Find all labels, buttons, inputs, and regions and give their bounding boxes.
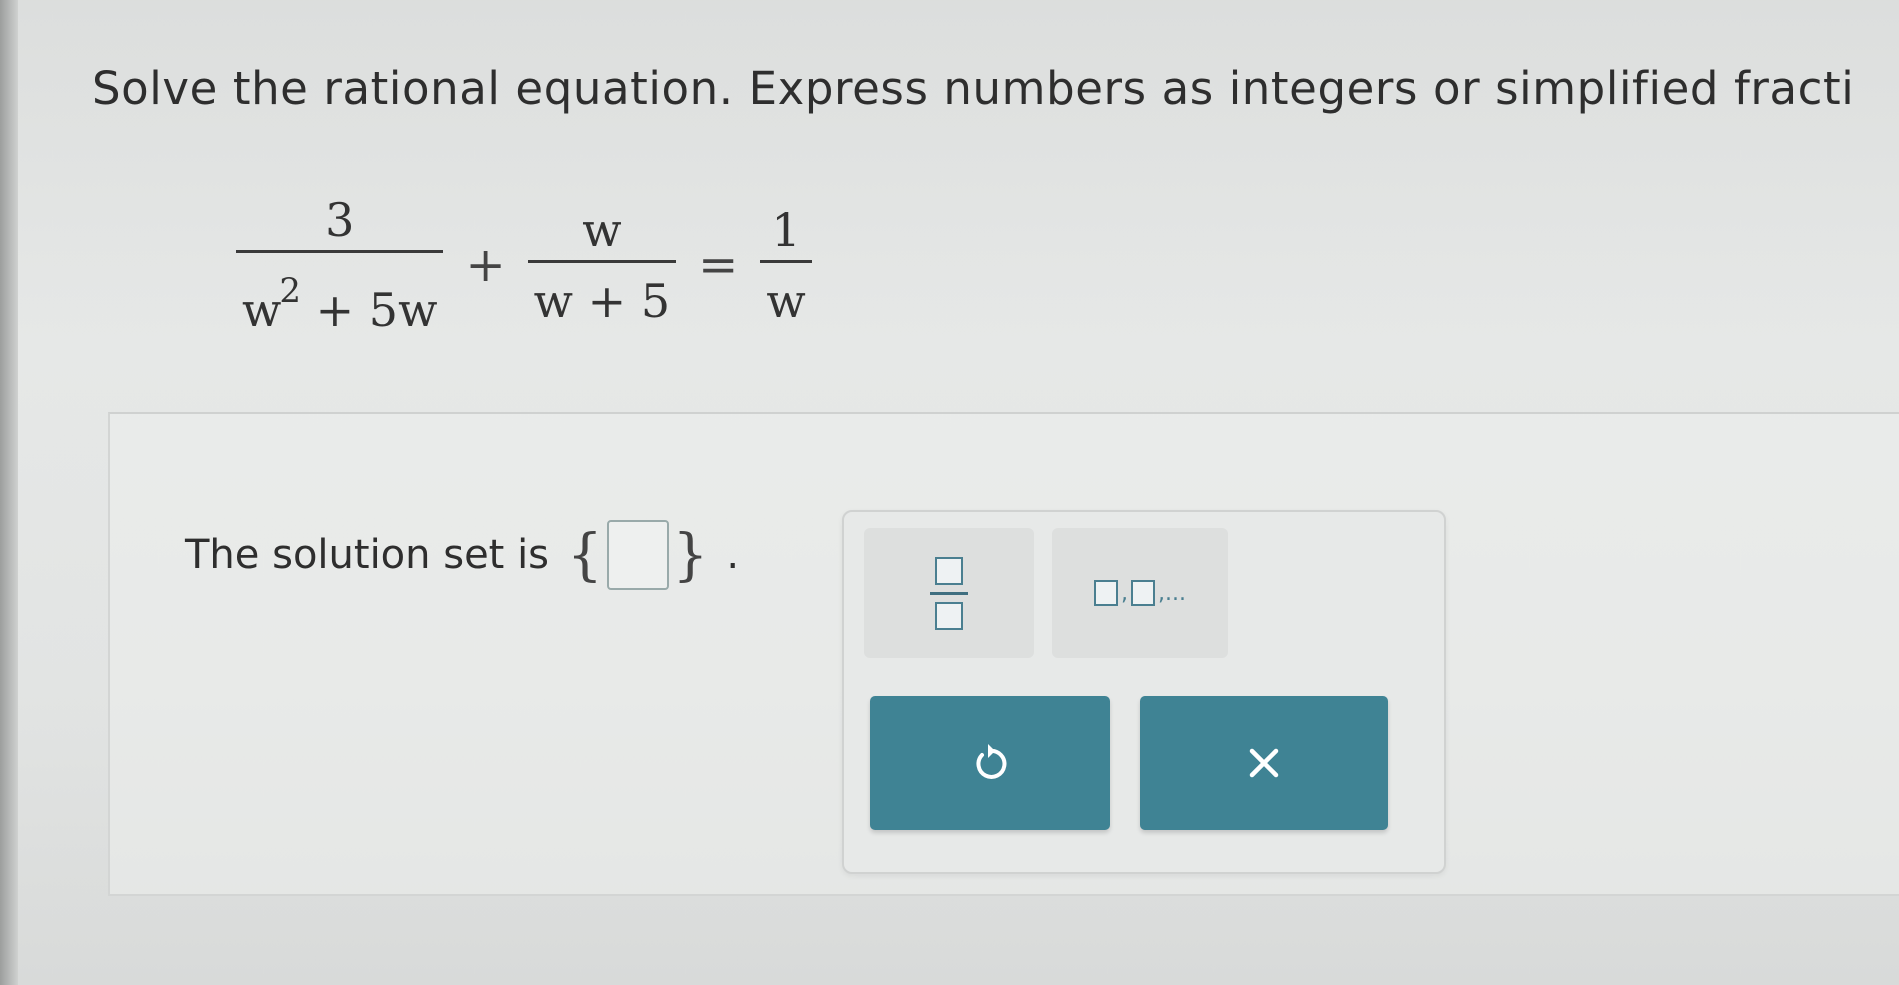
equals-operator: = [698, 237, 739, 293]
list-ellipsis: ,... [1158, 581, 1186, 606]
math-toolbox: , ,... [842, 510, 1446, 874]
problem-instructions: Solve the rational equation. Express num… [92, 62, 1855, 115]
solution-set-row: The solution set is { } . [185, 520, 739, 590]
fraction-term-1: 3 w2 + 5w [236, 190, 444, 340]
undo-icon [976, 744, 1007, 779]
term-1-numerator: 3 [325, 193, 355, 247]
term-2-denominator: w + 5 [533, 273, 671, 328]
term-3-numerator: 1 [771, 202, 801, 257]
solution-set-label: The solution set is [185, 532, 550, 578]
undo-button[interactable] [870, 696, 1110, 830]
term-1-den-base: w [242, 283, 282, 337]
fraction-tool-button[interactable] [864, 528, 1034, 658]
clear-button[interactable] [1140, 696, 1388, 830]
open-brace: { [567, 522, 603, 588]
term-1-den-exponent: 2 [279, 271, 302, 311]
screen-edge [0, 0, 18, 985]
sentence-period: . [726, 532, 740, 578]
list-tool-button[interactable]: , ,... [1052, 528, 1228, 658]
term-3-denominator: w [766, 273, 806, 328]
solution-answer-input[interactable] [606, 520, 669, 590]
list-separator: , [1121, 581, 1128, 606]
close-brace: } [672, 522, 709, 588]
list-template-icon: , ,... [1094, 580, 1186, 606]
plus-operator: + [465, 237, 506, 293]
fraction-term-3: 1 w [760, 200, 812, 331]
clear-x-icon [1249, 748, 1279, 778]
fraction-template-icon [930, 556, 968, 630]
term-1-denominator: w2 + 5w [236, 253, 443, 340]
term-1-den-rest: + 5w [301, 283, 438, 337]
fraction-term-2: w w + 5 [527, 200, 677, 331]
rational-equation: 3 w2 + 5w + w w + 5 = 1 w [228, 175, 820, 355]
term-2-numerator: w [582, 202, 622, 257]
